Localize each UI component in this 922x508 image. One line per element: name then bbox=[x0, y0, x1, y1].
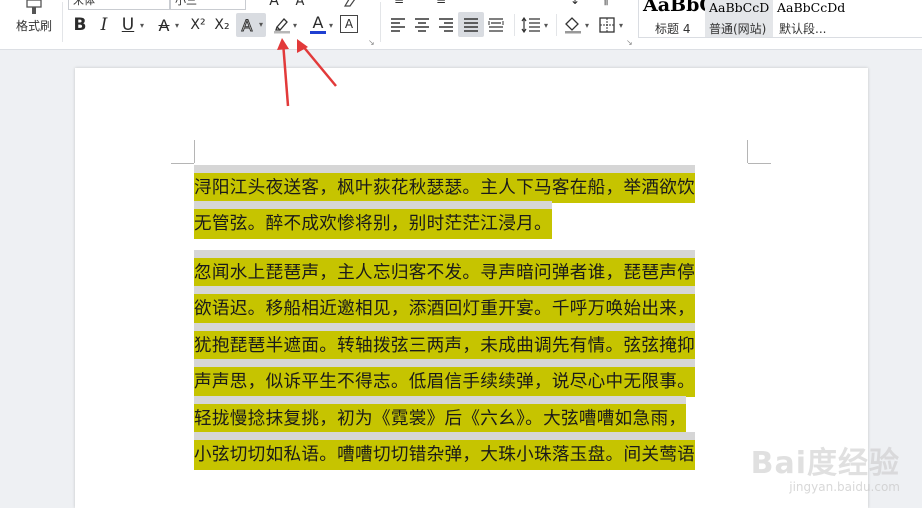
style-heading4[interactable]: AaBbC 标题 4 bbox=[639, 0, 715, 37]
text-line: 无管弦。醉不成欢惨将别，别时茫茫江浸月。 bbox=[194, 209, 748, 246]
text-line: 小弦切切如私语。嘈嘈切切错杂弹，大珠小珠落玉盘。间关莺语 bbox=[194, 440, 748, 477]
align-center-icon bbox=[415, 18, 429, 32]
margin-mark bbox=[747, 140, 748, 163]
highlighted-text[interactable]: 无管弦。醉不成欢惨将别，别时茫茫江浸月。 bbox=[194, 209, 552, 239]
text-line: 犹抱琵琶半遮面。转轴拨弦三两声，未成曲调先有情。弦弦掩抑 bbox=[194, 330, 748, 367]
numbering-button[interactable]: ≡ bbox=[432, 0, 450, 7]
highlighted-text[interactable]: 浔阳江头夜送客，枫叶荻花秋瑟瑟。主人下马客在船，举酒欲饮 bbox=[194, 172, 696, 203]
style-sample: AaBbC bbox=[643, 0, 715, 16]
text-line: 浔阳江头夜送客，枫叶荻花秋瑟瑟。主人下马客在船，举酒欲饮 bbox=[194, 172, 748, 209]
style-name: 默认段... bbox=[779, 22, 827, 36]
style-sample: AaBbCcDd bbox=[777, 0, 846, 15]
borders-dropdown-icon[interactable]: ▾ bbox=[619, 21, 623, 30]
arrow-icon bbox=[297, 39, 337, 87]
line-spacing-button[interactable] bbox=[520, 14, 542, 36]
style-name: 普通(网站) bbox=[709, 22, 767, 36]
watermark: Bai度经验 jingyan.baidu.com bbox=[751, 438, 900, 494]
style-sample: AaBbCcD bbox=[709, 0, 770, 15]
align-right-icon bbox=[439, 18, 453, 32]
watermark-url: jingyan.baidu.com bbox=[789, 480, 900, 494]
align-left-icon bbox=[391, 18, 405, 32]
shrink-font-button[interactable]: A bbox=[290, 0, 310, 9]
text-line: 轻拢慢捻抹复挑，初为《霓裳》后《六幺》。大弦嘈嘈如急雨， bbox=[194, 403, 748, 440]
shading-dropdown-icon[interactable]: ▾ bbox=[585, 21, 589, 30]
arrow-icon bbox=[277, 38, 290, 107]
align-right-button[interactable] bbox=[436, 14, 456, 36]
styles-gallery: AaBbC 标题 4 AaBbCcD 普通(网站) AaBbCcDd 默认段..… bbox=[638, 0, 922, 38]
highlighted-text[interactable]: 忽闻水上琵琶声，主人忘归客不发。寻声暗问弹者谁，琵琶声停 bbox=[194, 257, 696, 288]
clear-format-button[interactable] bbox=[340, 0, 360, 8]
text-effect-icon: A bbox=[241, 15, 253, 35]
margin-mark bbox=[194, 140, 195, 163]
bullets-button[interactable]: ≡ bbox=[390, 0, 408, 7]
style-name: 标题 4 bbox=[655, 22, 691, 36]
clear-format-icon bbox=[343, 0, 356, 7]
paragraph-group-launcher-icon[interactable]: ↘ bbox=[626, 38, 633, 47]
justify-icon bbox=[464, 17, 478, 32]
format-painter-icon bbox=[26, 0, 42, 14]
watermark-brand: Bai度经验 bbox=[750, 446, 900, 481]
highlighted-text[interactable]: 犹抱琵琶半遮面。转轴拨弦三两声，未成曲调先有情。弦弦掩抑 bbox=[194, 330, 696, 361]
font-size-select[interactable]: 小三 bbox=[170, 0, 246, 10]
underline-dropdown-icon[interactable]: ▾ bbox=[140, 21, 144, 30]
highlighted-text[interactable]: 欲语迟。移船相近邀相见，添酒回灯重开宴。千呼万唤始出来， bbox=[194, 294, 696, 324]
borders-icon bbox=[599, 17, 615, 33]
superscript-button[interactable]: X² bbox=[187, 14, 209, 36]
strikethrough-dropdown-icon[interactable]: ▾ bbox=[175, 21, 179, 30]
font-name-select[interactable]: 宋体 bbox=[68, 0, 170, 10]
format-painter-button[interactable]: 格式刷 bbox=[12, 0, 56, 36]
format-painter-label: 格式刷 bbox=[15, 18, 52, 33]
ribbon-toolbar: 格式刷 宋体 小三 A A B I U ▾ A ▾ X² X₂ A ▾ ▾ A … bbox=[0, 0, 922, 50]
justify-button[interactable] bbox=[458, 12, 484, 37]
text-effect-button[interactable]: A ▾ bbox=[236, 13, 266, 37]
line-spacing-dropdown-icon[interactable]: ▾ bbox=[544, 21, 548, 30]
highlighted-text[interactable]: 小弦切切如私语。嘈嘈切切错杂弹，大珠小珠落玉盘。间关莺语 bbox=[194, 440, 696, 470]
align-left-button[interactable] bbox=[388, 14, 408, 36]
subscript-button[interactable]: X₂ bbox=[211, 14, 233, 36]
sort-button[interactable]: ↕ bbox=[568, 0, 582, 7]
bold-button[interactable]: B bbox=[70, 14, 90, 36]
text-line: 声声思，似诉平生不得志。低眉信手续续弹，说尽心中无限事。 bbox=[194, 367, 748, 404]
distributed-icon bbox=[488, 18, 504, 32]
paint-bucket-icon bbox=[565, 17, 581, 34]
distributed-button[interactable] bbox=[486, 14, 506, 36]
text-effect-dropdown-icon[interactable]: ▾ bbox=[259, 20, 263, 29]
highlighted-text[interactable]: 轻拢慢捻抹复挑，初为《霓裳》后《六幺》。大弦嘈嘈如急雨， bbox=[194, 403, 687, 434]
text-line: 欲语迟。移船相近邀相见，添酒回灯重开宴。千呼万唤始出来， bbox=[194, 294, 748, 331]
line-spacing-icon bbox=[521, 17, 540, 33]
show-marks-button[interactable]: ¶ bbox=[598, 0, 612, 7]
grow-font-button[interactable]: A bbox=[264, 0, 284, 9]
highlighted-text[interactable]: 声声思，似诉平生不得志。低眉信手续续弹，说尽心中无限事。 bbox=[194, 367, 696, 397]
italic-button[interactable]: I bbox=[94, 14, 114, 36]
paragraph[interactable]: 浔阳江头夜送客，枫叶荻花秋瑟瑟。主人下马客在船，举酒欲饮 无管弦。醉不成欢惨将别… bbox=[194, 172, 748, 245]
align-center-button[interactable] bbox=[412, 14, 432, 36]
margin-mark bbox=[748, 163, 771, 164]
style-normal-web[interactable]: AaBbCcD 普通(网站) bbox=[705, 0, 773, 37]
margin-mark bbox=[171, 163, 194, 164]
style-default-paragraph[interactable]: AaBbCcDd 默认段... bbox=[773, 0, 853, 37]
underline-button[interactable]: U bbox=[118, 14, 138, 36]
shading-button[interactable] bbox=[562, 14, 584, 36]
paragraph[interactable]: 忽闻水上琵琶声，主人忘归客不发。寻声暗问弹者谁，琵琶声停 欲语迟。移船相近邀相见… bbox=[194, 257, 748, 476]
annotation-arrows bbox=[277, 38, 337, 107]
text-line: 忽闻水上琵琶声，主人忘归客不发。寻声暗问弹者谁，琵琶声停 bbox=[194, 257, 748, 294]
font-group-launcher-icon[interactable]: ↘ bbox=[368, 38, 375, 47]
borders-button[interactable] bbox=[596, 14, 618, 36]
strikethrough-button[interactable]: A bbox=[154, 14, 174, 36]
